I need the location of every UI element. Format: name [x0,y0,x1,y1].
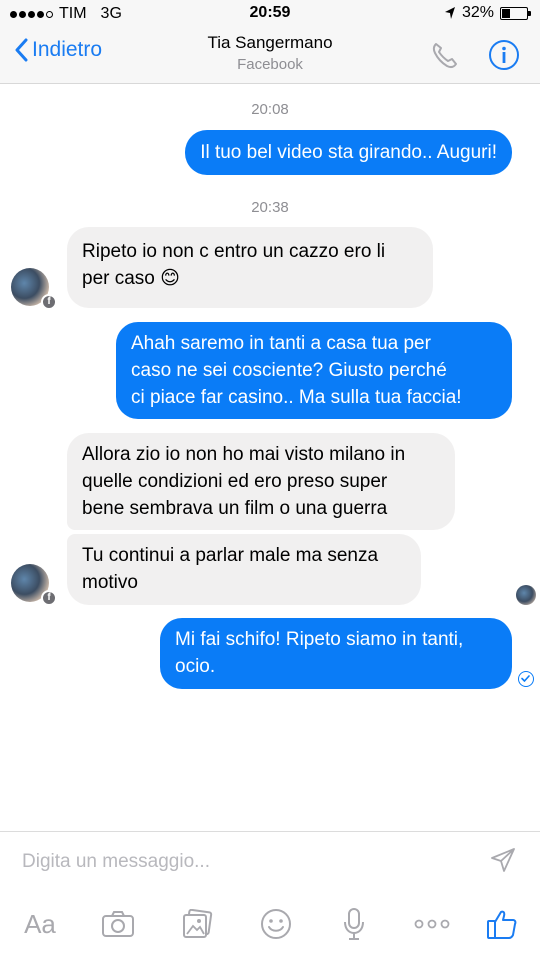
message-line: per caso 😊 [82,268,180,289]
message-line: quelle condizioni ed ero preso super [82,471,388,492]
incoming-message[interactable]: Allora zio io non ho mai visto milano in… [67,433,455,530]
incoming-message[interactable]: Ripeto io non c entro un cazzo ero li pe… [67,227,433,308]
battery-percent: 32% [461,4,494,21]
message-line: Ahah saremo in tanti a casa tua per [131,333,431,354]
outgoing-message[interactable]: Mi fai schifo! Ripeto siamo in tanti, oc… [160,618,512,689]
call-button[interactable] [430,40,460,75]
facebook-badge-icon: f [41,294,57,310]
thumbs-up-icon [487,910,517,939]
message-input[interactable]: Digita un messaggio... [22,851,210,873]
message-line: Ripeto io non c entro un cazzo ero li [82,241,386,262]
seen-indicator-avatar [516,585,536,605]
facebook-badge-icon: f [41,590,57,606]
emoji-button[interactable] [258,904,294,944]
message-line: Tu continui a parlar male ma senza [82,545,379,566]
message-line: Il tuo bel video sta girando.. Auguri! [200,142,497,163]
incoming-message[interactable]: Tu continui a parlar male ma senza motiv… [67,534,421,605]
delivered-check-icon [518,671,534,687]
camera-button[interactable] [100,904,136,944]
conversation-header: Indietro Tia Sangermano Facebook [0,28,540,84]
battery-icon [500,6,531,20]
message-line: bene sembrava un film o una guerra [82,498,388,519]
message-line: Mi fai schifo! Ripeto siamo in tanti, [175,629,464,650]
composer-toolbar: Aa [0,904,540,950]
voice-button[interactable] [340,904,368,944]
send-icon [491,848,515,872]
microphone-icon [344,908,364,940]
like-button[interactable] [484,904,520,944]
more-icon [414,919,450,929]
aa-label: Aa [24,908,56,939]
status-right: 32% [444,4,531,22]
location-arrow-icon [444,7,455,19]
send-button[interactable] [490,847,516,878]
gallery-button[interactable] [180,904,216,944]
outgoing-message[interactable]: Ahah saremo in tanti a casa tua per caso… [116,322,512,419]
info-button[interactable] [488,39,520,76]
emoji-icon [261,909,291,939]
timestamp: 20:08 [251,101,289,118]
camera-icon [102,911,134,937]
message-line: Allora zio io non ho mai visto milano in [82,444,406,465]
message-line: motivo [82,572,138,593]
more-button[interactable] [412,904,452,944]
message-composer: Digita un messaggio... Aa [0,831,540,960]
message-line: ocio. [175,656,216,677]
timestamp: 20:38 [251,199,289,216]
status-bar: TIM 3G 20:59 32% [0,0,540,28]
message-line: ci piace far casino.. Ma sulla tua facci… [131,387,462,408]
gallery-icon [183,909,213,938]
phone-icon [432,43,457,69]
outgoing-message[interactable]: Il tuo bel video sta girando.. Auguri! [185,130,512,175]
message-line: caso ne sei cosciente? Giusto perché [131,360,447,381]
text-format-button[interactable]: Aa [20,904,60,944]
info-icon [489,40,519,70]
